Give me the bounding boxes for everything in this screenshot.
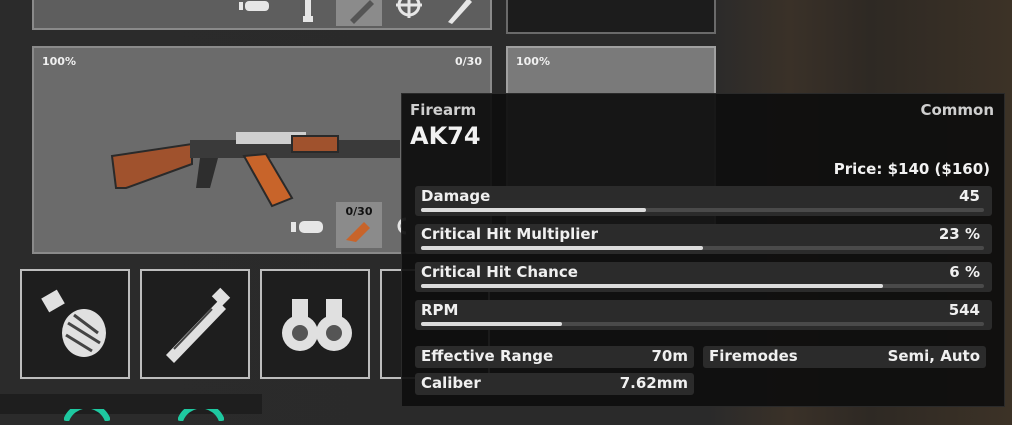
stat-row-crit-multiplier: Critical Hit Multiplier 23 % [415, 224, 992, 254]
magazine-attachment-slot[interactable]: 0/30 [336, 202, 382, 248]
info-value: 70m [651, 347, 688, 365]
knife-attachment-icon[interactable] [444, 0, 474, 26]
status-ring-icon [177, 402, 225, 423]
stat-bar [421, 246, 984, 250]
item-tooltip: Firearm Common AK74 Price: $140 ($160) D… [401, 93, 1005, 407]
stat-value: 6 % [949, 263, 980, 281]
info-value: Semi, Auto [887, 347, 980, 365]
item-rarity: Common [920, 101, 994, 119]
ammo-icon [237, 0, 273, 12]
bottom-hud-bar [0, 394, 262, 423]
flashlight-attachment-icon[interactable] [302, 0, 314, 24]
stat-label: RPM [421, 301, 459, 319]
durability-percent: 100% [42, 55, 76, 68]
item-price: Price: $140 ($160) [833, 160, 990, 178]
info-value: 7.62mm [619, 374, 688, 392]
stat-value: 544 [948, 301, 980, 319]
stat-row-rpm: RPM 544 [415, 300, 992, 330]
item-category: Firearm [410, 101, 477, 119]
crosshair-icon[interactable] [392, 0, 426, 26]
stat-bar-fill [421, 322, 562, 326]
info-effective-range: Effective Range 70m [415, 346, 694, 368]
stat-row-crit-chance: Critical Hit Chance 6 % [415, 262, 992, 292]
stat-bar [421, 208, 984, 212]
status-ring-icon [63, 402, 111, 423]
flashlight-icon [158, 287, 234, 363]
quick-slot-flashlight[interactable] [140, 269, 250, 379]
stat-value: 23 % [938, 225, 980, 243]
ammo-count: 0/30 [455, 55, 482, 68]
top-secondary-slot[interactable] [506, 0, 716, 34]
quick-slot-binoculars[interactable] [260, 269, 370, 379]
secondary-durability-percent: 100% [516, 55, 550, 68]
ammo-icon [289, 218, 327, 236]
item-name: AK74 [410, 122, 481, 150]
info-label: Caliber [421, 374, 481, 392]
stat-row-damage: Damage 45 [415, 186, 992, 216]
stat-label: Critical Hit Chance [421, 263, 578, 281]
quick-slot-grenade[interactable] [20, 269, 130, 379]
stat-bar [421, 322, 984, 326]
stat-bar-fill [421, 246, 703, 250]
stat-bar-fill [421, 284, 883, 288]
top-weapon-slot[interactable] [32, 0, 492, 30]
grenade-icon [40, 289, 112, 361]
stat-value: 45 [959, 187, 980, 205]
stat-bar-fill [421, 208, 647, 212]
stock-attachment-slot[interactable] [336, 0, 382, 26]
stat-bar [421, 284, 984, 288]
stat-label: Critical Hit Multiplier [421, 225, 598, 243]
binoculars-icon [276, 293, 356, 357]
stat-label: Damage [421, 187, 491, 205]
info-firemodes: Firemodes Semi, Auto [703, 346, 986, 368]
info-label: Effective Range [421, 347, 554, 365]
info-caliber: Caliber 7.62mm [415, 373, 694, 395]
info-label: Firemodes [709, 347, 798, 365]
